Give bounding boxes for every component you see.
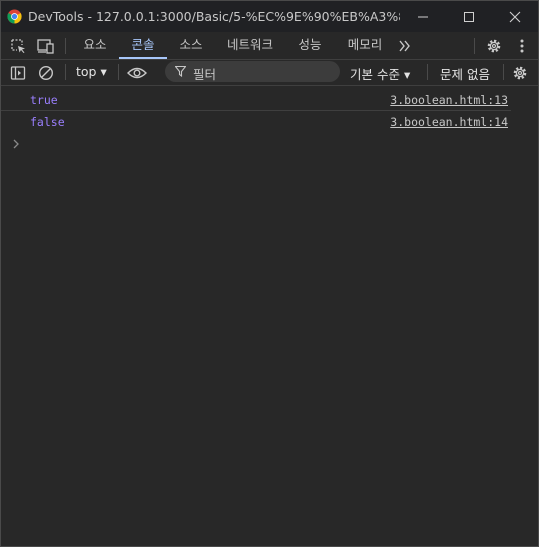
minimize-button[interactable] (400, 1, 446, 32)
inspect-element-icon (11, 38, 25, 53)
toolbar-divider (503, 64, 504, 80)
more-tabs-icon (399, 40, 410, 51)
tab-sources[interactable]: 소스 (170, 32, 212, 59)
clear-console-icon (38, 65, 54, 80)
prompt-chevron-icon (13, 139, 19, 149)
tab-console[interactable]: 콘솔 (119, 32, 167, 59)
more-tabs-button[interactable] (395, 36, 415, 55)
main-toolbar: 요소 콘솔 소스 네트워크 성능 메모리 (1, 32, 538, 60)
toolbar-divider (118, 64, 119, 80)
toolbar-divider (427, 64, 428, 80)
devtools-window: DevTools - 127.0.0.1:3000/Basic/5-%EC%9E… (0, 0, 539, 547)
inspect-element-button[interactable] (8, 36, 28, 55)
log-value: false (30, 115, 65, 129)
toolbar-divider (474, 38, 475, 54)
maximize-button[interactable] (446, 1, 492, 32)
device-toolbar-button[interactable] (36, 36, 56, 55)
tab-network[interactable]: 네트워크 (217, 32, 283, 59)
sidebar-toggle-icon (10, 65, 26, 80)
console-toolbar: top ▾ 필터 기본 수준 ▾ 문제 없음 (1, 60, 538, 86)
filter-placeholder: 필터 (193, 67, 217, 82)
console-log-area: true 3.boolean.html:13 false 3.boolean.h… (1, 86, 538, 546)
issues-counter[interactable]: 문제 없음 (440, 64, 490, 83)
log-level-dropdown[interactable]: 기본 수준 ▾ (350, 64, 410, 83)
toolbar-divider (65, 64, 66, 80)
settings-icon (487, 39, 501, 52)
chrome-logo-icon (7, 9, 22, 24)
maximize-icon (464, 11, 474, 22)
settings-icon (513, 66, 527, 79)
tab-performance[interactable]: 성능 (289, 32, 331, 59)
log-entry: false 3.boolean.html:14 (1, 111, 511, 132)
more-options-button[interactable] (512, 36, 532, 55)
log-value: true (30, 93, 58, 107)
log-source-link[interactable]: 3.boolean.html:14 (390, 115, 508, 129)
eye-icon (127, 67, 147, 78)
close-button[interactable] (492, 1, 538, 32)
console-settings-button[interactable] (510, 63, 530, 82)
minimize-icon (418, 16, 428, 17)
clear-console-button[interactable] (36, 63, 56, 82)
sidebar-toggle-button[interactable] (8, 63, 28, 82)
console-prompt[interactable] (12, 138, 20, 153)
title-bar: DevTools - 127.0.0.1:3000/Basic/5-%EC%9E… (1, 1, 538, 32)
filter-input[interactable]: 필터 (165, 61, 340, 82)
tab-elements[interactable]: 요소 (74, 32, 116, 59)
log-entry: true 3.boolean.html:13 (1, 89, 511, 111)
device-toolbar-icon (37, 38, 54, 54)
filter-icon (175, 66, 186, 77)
window-title: DevTools - 127.0.0.1:3000/Basic/5-%EC%9E… (28, 9, 400, 24)
toolbar-divider (65, 38, 66, 54)
more-options-icon (520, 39, 524, 52)
log-source-link[interactable]: 3.boolean.html:13 (390, 93, 508, 107)
live-expression-button[interactable] (127, 63, 147, 82)
context-selector[interactable]: top ▾ (76, 64, 107, 79)
tab-memory[interactable]: 메모리 (338, 32, 392, 59)
settings-button[interactable] (484, 36, 504, 55)
close-icon (509, 11, 521, 22)
